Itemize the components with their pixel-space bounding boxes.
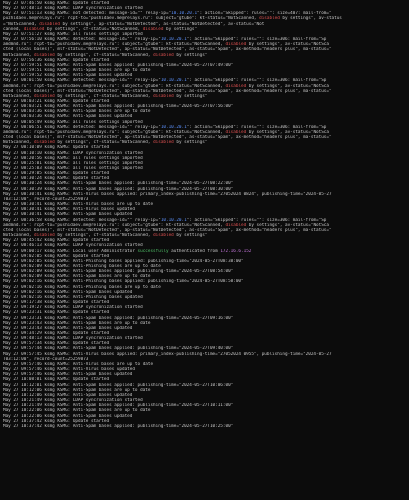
log-text: by settings" bbox=[173, 52, 208, 58]
log-text: successfully bbox=[137, 248, 169, 254]
log-text: disabled bbox=[153, 140, 174, 146]
log-line: May 27 10:37:42 ksmg KSMG: Anti-Spam bas… bbox=[3, 424, 407, 429]
log-text: by settings" bbox=[163, 26, 198, 32]
log-text: disabled bbox=[142, 26, 164, 32]
log-text: disabled bbox=[153, 93, 174, 99]
log-text: 172.16.6.152 bbox=[220, 248, 252, 254]
log-text: disabled bbox=[153, 52, 174, 58]
log-text: by settings" bbox=[173, 140, 208, 146]
log-text: by settings", av-status bbox=[279, 16, 342, 22]
terminal-log-view[interactable]: May 27 07:46:50 ksmg KSMG: Update starte… bbox=[0, 0, 409, 500]
log-text: May 27 10:37:42 ksmg KSMG: Anti-Spam bas… bbox=[3, 423, 234, 429]
log-text: disabled bbox=[153, 233, 174, 239]
log-text: by settings" bbox=[173, 93, 208, 99]
log-text: authenticated from bbox=[168, 248, 221, 254]
log-text: by settings" bbox=[173, 233, 208, 239]
